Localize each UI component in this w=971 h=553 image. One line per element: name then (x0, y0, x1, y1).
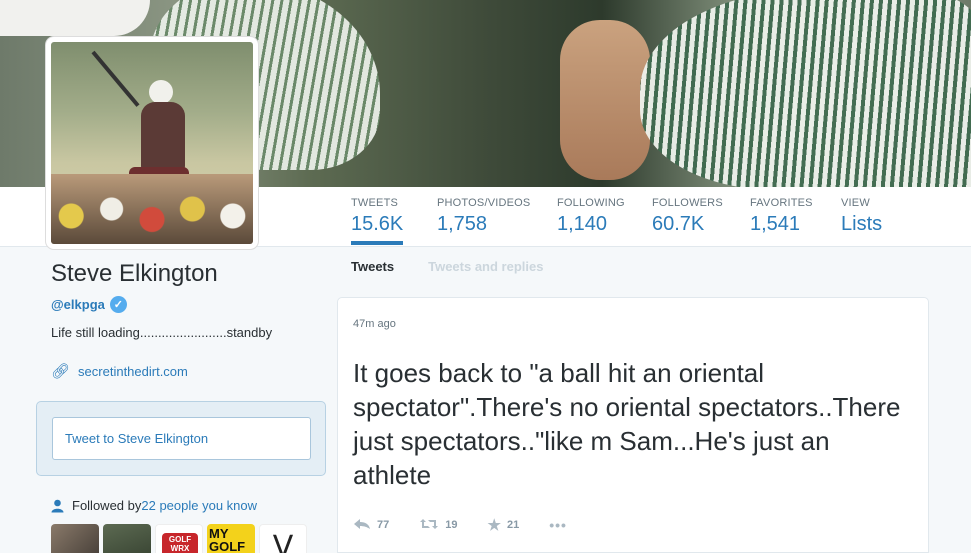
stat-value: 60.7K (652, 213, 705, 235)
screen-name[interactable]: @elkpga ✓ (51, 296, 127, 313)
stat-followers[interactable]: FOLLOWERS 60.7K (652, 197, 723, 236)
avatar-crowd (51, 174, 253, 244)
retweet-count: 19 (445, 519, 458, 531)
profile-name[interactable]: Steve Elkington (51, 260, 218, 288)
retweet-icon (419, 517, 439, 534)
stat-label: FAVORITES (750, 197, 813, 209)
profile-bio: Life still loading......................… (51, 325, 273, 340)
stat-label: FOLLOWERS (652, 197, 723, 209)
tweet-to-input[interactable]: Tweet to Steve Elkington (52, 417, 311, 460)
followed-by: Followed by 22 people you know (51, 498, 257, 513)
followed-by-link[interactable]: 22 people you know (141, 498, 257, 513)
tweet-timestamp[interactable]: 47m ago (353, 318, 396, 330)
header-arm (560, 20, 650, 180)
verified-badge-icon: ✓ (109, 296, 127, 313)
tweet-to-box: Tweet to Steve Elkington (36, 401, 326, 476)
followed-by-avatars: GOLF WRX MY GOLF V (51, 524, 307, 553)
stat-value: Lists (841, 213, 883, 235)
stat-label: TWEETS (351, 197, 399, 209)
golf-wrx-logo: GOLF WRX (162, 533, 198, 553)
followed-by-prefix: Followed by (72, 498, 142, 513)
stat-value: 1,541 (750, 213, 801, 235)
reply-count: 77 (377, 519, 390, 531)
tab-tweets-and-replies[interactable]: Tweets and replies (428, 259, 543, 274)
profile-url-text: secretinthedirt.com (78, 363, 188, 379)
tweet-text: It goes back to "a ball hit an oriental … (353, 358, 901, 490)
link-icon: 🔗︎ (51, 363, 71, 380)
follower-avatar[interactable]: V (259, 524, 307, 553)
avatar[interactable] (46, 37, 258, 249)
avatar-golfer-body (141, 102, 185, 172)
screen-name-text: @elkpga (51, 297, 105, 312)
favorite-button[interactable]: ★ 21 (488, 516, 520, 534)
stat-value: 1,140 (557, 213, 608, 235)
favorite-count: 21 (506, 519, 520, 531)
stat-value: 15.6K (351, 213, 404, 235)
reply-button[interactable]: 77 (353, 517, 389, 534)
stat-following[interactable]: FOLLOWING 1,140 (557, 197, 625, 236)
stat-view-lists[interactable]: VIEW Lists (841, 197, 882, 236)
profile-url[interactable]: 🔗︎ secretinthedirt.com (51, 362, 188, 380)
star-icon: ★ (487, 517, 501, 534)
header-shirt-right (640, 0, 971, 187)
reply-icon (353, 517, 371, 534)
stat-label: PHOTOS/VIDEOS (437, 197, 531, 209)
follower-avatar[interactable]: MY GOLF (207, 524, 255, 553)
stat-label: FOLLOWING (557, 197, 625, 209)
follower-avatar[interactable]: GOLF WRX (155, 524, 203, 553)
stat-value: 1,758 (437, 213, 488, 235)
stat-photos-videos[interactable]: PHOTOS/VIDEOS 1,758 (437, 197, 530, 236)
timeline-tabs: Tweets Tweets and replies (351, 259, 543, 274)
follower-avatar[interactable] (103, 524, 151, 553)
tab-tweets[interactable]: Tweets (351, 259, 394, 274)
person-icon (51, 499, 65, 513)
stat-label: VIEW (841, 197, 870, 209)
tweet-actions: 77 19 ★ 21 ••• (353, 516, 567, 534)
follower-avatar[interactable] (51, 524, 99, 553)
more-options-icon[interactable]: ••• (549, 517, 567, 533)
avatar-golfer-head (149, 80, 173, 104)
header-hat-shape (0, 0, 150, 36)
stat-favorites[interactable]: FAVORITES 1,541 (750, 197, 813, 236)
stat-tweets[interactable]: TWEETS 15.6K (351, 197, 404, 245)
retweet-button[interactable]: 19 (419, 517, 458, 534)
tweet-card[interactable]: 47m ago It goes back to "a ball hit an o… (337, 297, 929, 553)
